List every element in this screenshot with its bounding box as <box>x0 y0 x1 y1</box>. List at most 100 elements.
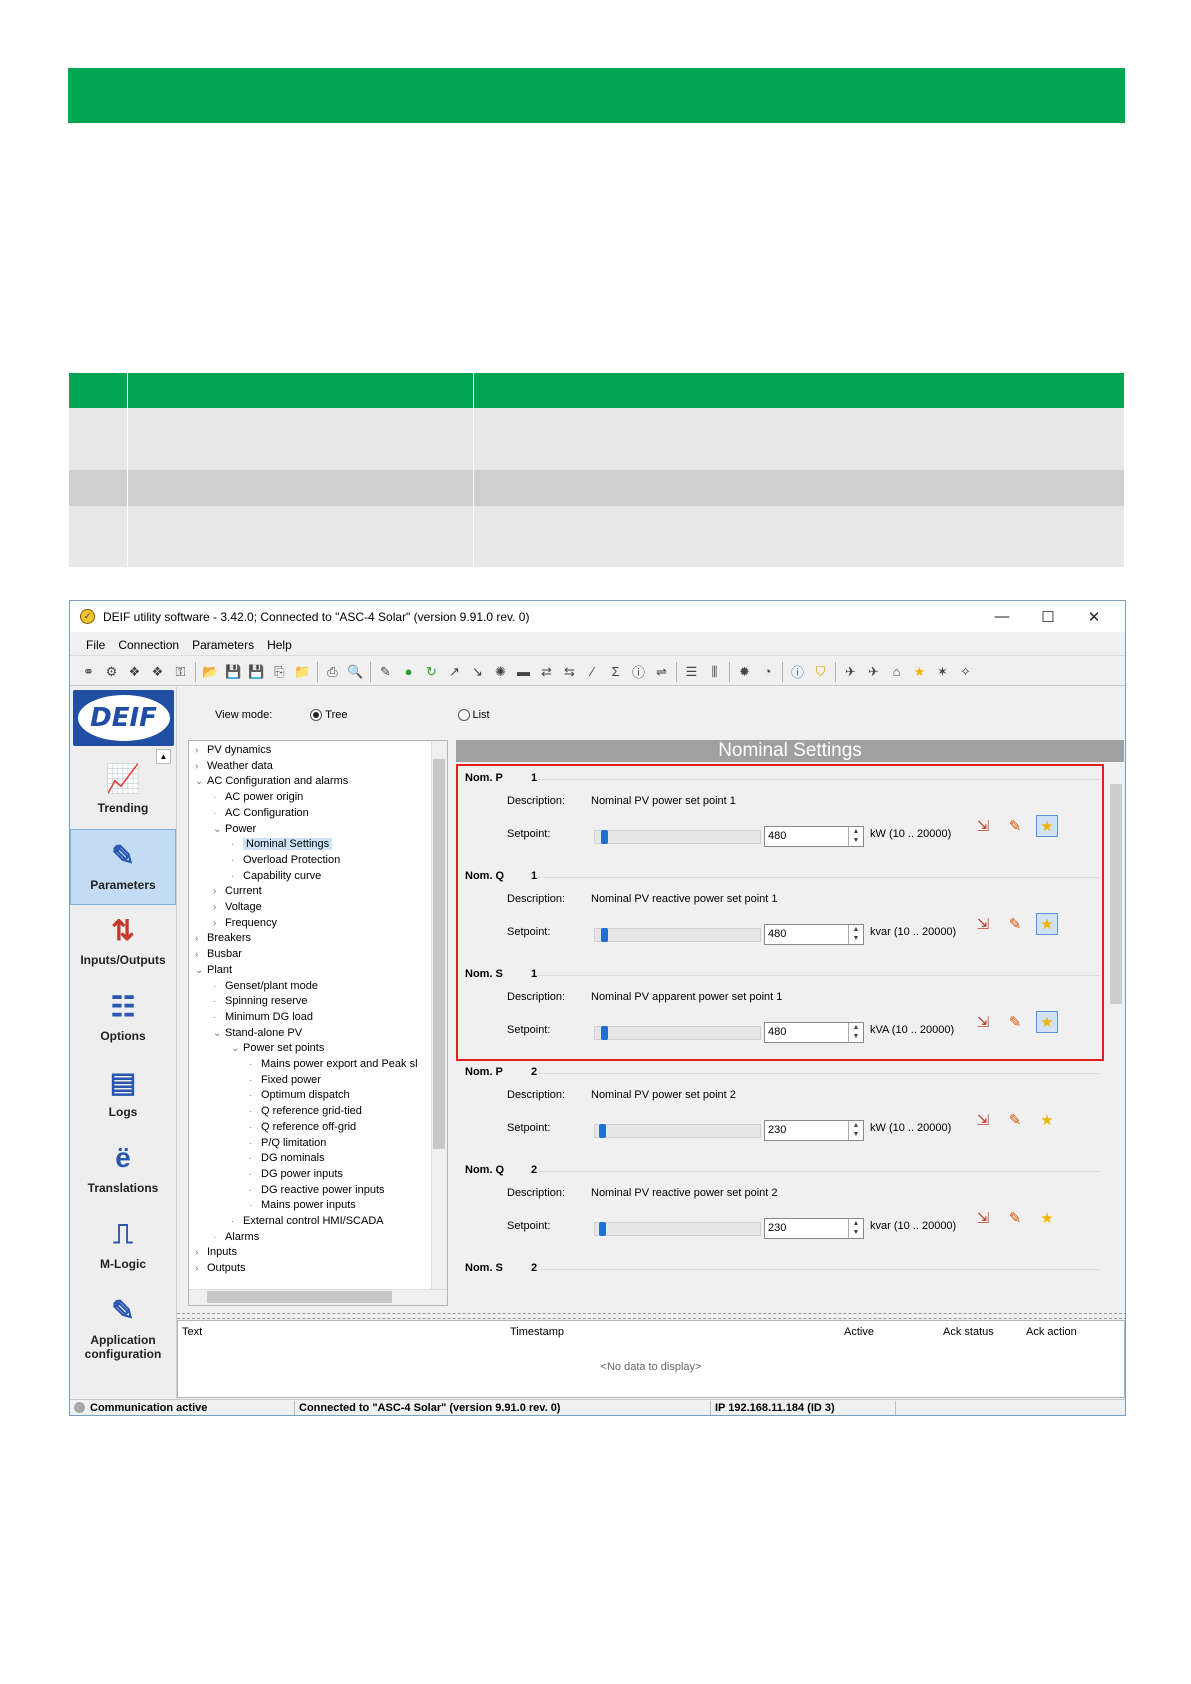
transfer2-icon[interactable]: ⇆ <box>561 663 578 680</box>
tree-item[interactable]: › Outputs <box>195 1260 246 1276</box>
tree-item[interactable]: · DG power inputs <box>249 1166 343 1182</box>
tree-item[interactable]: · Capability curve <box>231 868 321 884</box>
tree-item[interactable]: · P/Q limitation <box>249 1135 326 1151</box>
minimize-button[interactable]: — <box>979 601 1025 632</box>
log-col-active[interactable]: Active <box>844 1326 874 1338</box>
wrench-icon[interactable]: ✧ <box>957 663 974 680</box>
sidebar-item-inputs-outputs[interactable]: ⇅ Inputs/Outputs <box>70 905 176 981</box>
edit-pencil-icon[interactable]: ✎ <box>1004 1207 1026 1229</box>
panel-scrollbar[interactable] <box>1108 764 1124 1312</box>
tree-item[interactable]: › PV dynamics <box>195 742 271 758</box>
star-arrow-icon[interactable]: ✶ <box>934 663 951 680</box>
run-icon[interactable]: ● <box>400 663 417 680</box>
write-icon[interactable]: ✎ <box>377 663 394 680</box>
tree-item[interactable]: · Mains power export and Peak sl <box>249 1056 418 1072</box>
download-icon[interactable]: ↘ <box>469 663 486 680</box>
splitter[interactable] <box>177 1313 1125 1319</box>
close-button[interactable]: ✕ <box>1071 601 1117 632</box>
tree-item[interactable]: · Nominal Settings <box>231 836 333 852</box>
tree-item[interactable]: · Overload Protection <box>231 852 340 868</box>
chevron-right-icon[interactable]: › <box>213 916 225 932</box>
folder-icon[interactable]: 📁 <box>294 663 311 680</box>
chevron-down-icon[interactable]: ⌄ <box>213 1026 225 1042</box>
tree-radio[interactable] <box>310 709 323 721</box>
tree-item[interactable]: · Spinning reserve <box>213 993 308 1009</box>
tree-item[interactable]: · Q reference grid-tied <box>249 1103 362 1119</box>
tree-item[interactable]: › Voltage <box>213 899 262 915</box>
chevron-down-icon[interactable]: ⌄ <box>195 963 207 979</box>
log-col-text[interactable]: Text <box>182 1326 202 1338</box>
network-icon[interactable]: ❖ <box>126 663 143 680</box>
tree-item[interactable]: · DG reactive power inputs <box>249 1182 385 1198</box>
tree-item[interactable]: › Inputs <box>195 1244 237 1260</box>
tree-item[interactable]: ⌄ Power set points <box>231 1040 324 1056</box>
connect-icon[interactable]: ⚭ <box>80 663 97 680</box>
sidebar-item-trending[interactable]: 📈 Trending <box>70 753 176 829</box>
tool-icon[interactable]: ✈ <box>842 663 859 680</box>
save-icon[interactable]: 💾 <box>225 663 242 680</box>
tree-item[interactable]: · External control HMI/SCADA <box>231 1213 384 1229</box>
menu-help[interactable]: Help <box>267 638 292 652</box>
list-icon[interactable]: ☰ <box>683 663 700 680</box>
chevron-right-icon[interactable]: › <box>213 884 225 900</box>
edit-pencil-icon[interactable]: ✎ <box>1004 1109 1026 1131</box>
info-icon[interactable]: ⓘ <box>789 663 806 680</box>
tree-vertical-scrollbar[interactable] <box>431 741 447 1305</box>
chevron-right-icon[interactable]: › <box>213 900 225 916</box>
id-icon[interactable]: ⓘ <box>630 663 647 680</box>
tool2-icon[interactable]: ✈ <box>865 663 882 680</box>
sync-icon[interactable]: ⇌ <box>653 663 670 680</box>
sidebar-item-application-configuration[interactable]: ✎ Application configuration <box>70 1285 176 1375</box>
preview-icon[interactable]: 🔍 <box>347 663 364 680</box>
cog-icon[interactable]: ✹ <box>736 663 753 680</box>
print-icon[interactable]: ⎙ <box>324 663 341 680</box>
upload-icon[interactable]: ↗ <box>446 663 463 680</box>
setpoint-input[interactable]: 230 ▲ ▼ <box>764 1218 864 1239</box>
transfer-icon[interactable]: ⇄ <box>538 663 555 680</box>
screen-icon[interactable]: ▬ <box>515 663 532 680</box>
setpoint-input[interactable]: 230 ▲ ▼ <box>764 1120 864 1141</box>
pen-icon[interactable]: ∕ <box>584 663 601 680</box>
chevron-right-icon[interactable]: › <box>195 759 207 775</box>
tree-item[interactable]: ⌄ Plant <box>195 962 232 978</box>
slider-handle[interactable] <box>598 1124 606 1138</box>
sidebar-item-translations[interactable]: ë Translations <box>70 1133 176 1209</box>
setpoint-slider[interactable] <box>594 1124 761 1138</box>
glasses-icon[interactable]: ⌂ <box>888 663 905 680</box>
tree-item[interactable]: ⌄ AC Configuration and alarms <box>195 773 348 789</box>
chevron-down-icon[interactable]: ⌄ <box>231 1041 243 1057</box>
tree-horizontal-scrollbar[interactable] <box>189 1289 447 1305</box>
tree-item[interactable]: · DG nominals <box>249 1150 325 1166</box>
tree-item[interactable]: · Mains power inputs <box>249 1197 356 1213</box>
copy-icon[interactable]: ⎘ <box>271 663 288 680</box>
tree-item[interactable]: ⌄ Power <box>213 821 256 837</box>
device-icon[interactable]: ❖ <box>149 663 166 680</box>
save-as-icon[interactable]: 💾 <box>248 663 265 680</box>
chevron-right-icon[interactable]: › <box>195 931 207 947</box>
tree-item[interactable]: · Genset/plant mode <box>213 978 318 994</box>
sidebar-item-options[interactable]: ☷ Options <box>70 981 176 1057</box>
sidebar-item-parameters[interactable]: ✎ Parameters <box>70 829 176 905</box>
tree-item[interactable]: › Busbar <box>195 946 242 962</box>
star-icon[interactable]: ★ <box>911 663 928 680</box>
sidebar-item-logs[interactable]: ▤ Logs <box>70 1057 176 1133</box>
sidebar-item-m-logic[interactable]: ⎍ M-Logic <box>70 1209 176 1285</box>
tree-item[interactable]: › Frequency <box>213 915 277 931</box>
tree-item[interactable]: · Minimum DG load <box>213 1009 313 1025</box>
settings-icon[interactable]: ⚙ <box>103 663 120 680</box>
menu-file[interactable]: File <box>86 638 105 652</box>
setpoint-slider[interactable] <box>594 1222 761 1236</box>
tree-item[interactable]: · AC power origin <box>213 789 303 805</box>
gear-icon[interactable]: ✺ <box>492 663 509 680</box>
chevron-down-icon[interactable]: ⌄ <box>213 822 225 838</box>
open-icon[interactable]: 📂 <box>202 663 219 680</box>
log-col-ack-action[interactable]: Ack action <box>1026 1326 1077 1338</box>
maximize-button[interactable]: ☐ <box>1025 601 1071 632</box>
tree-item[interactable]: · Q reference off-grid <box>249 1119 356 1135</box>
key-icon[interactable]: ⚿ <box>172 663 189 680</box>
menu-parameters[interactable]: Parameters <box>192 638 254 652</box>
spin-buttons[interactable]: ▲ ▼ <box>848 1219 863 1238</box>
tree-item[interactable]: · Fixed power <box>249 1072 321 1088</box>
tree-item[interactable]: · Alarms <box>213 1229 259 1245</box>
log-col-timestamp[interactable]: Timestamp <box>510 1326 564 1338</box>
